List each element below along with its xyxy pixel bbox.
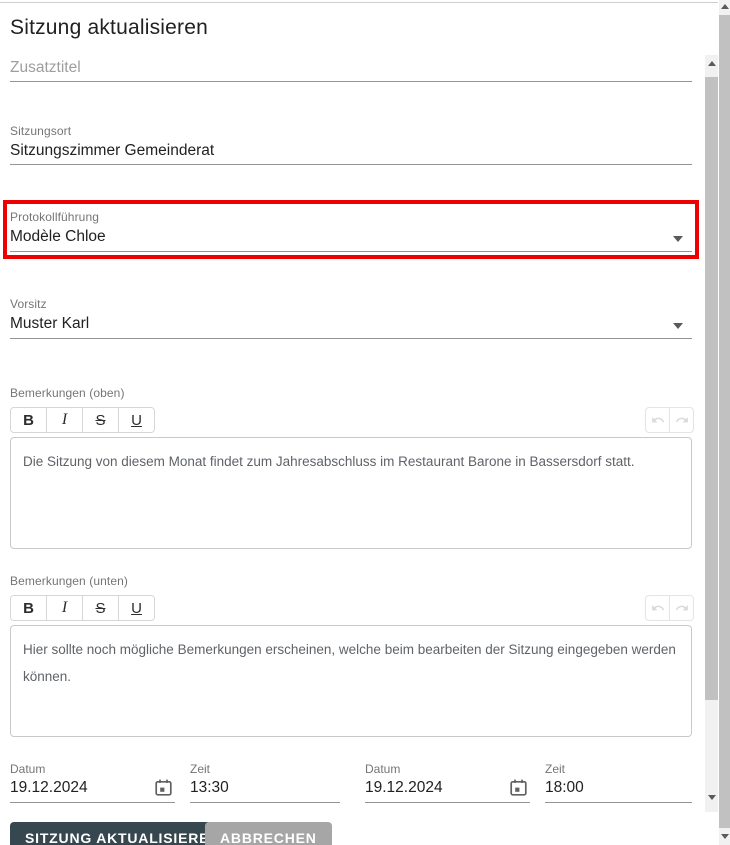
zeit-ende-input[interactable]: Zeit 18:00 bbox=[545, 762, 692, 803]
strikethrough-button[interactable]: S bbox=[83, 408, 119, 432]
scrollbar-down-icon[interactable] bbox=[705, 795, 718, 800]
undo-button[interactable] bbox=[646, 408, 670, 432]
bemerkungen-unten-editor[interactable]: Hier sollte noch mögliche Bemerkungen er… bbox=[10, 625, 692, 737]
input-underline bbox=[10, 338, 692, 339]
datum-start-value: 19.12.2024 bbox=[10, 779, 175, 797]
zeit-start-value: 13:30 bbox=[190, 779, 340, 797]
vorsitz-value: Muster Karl bbox=[10, 315, 692, 333]
page-title: Sitzung aktualisieren bbox=[10, 16, 208, 40]
input-underline bbox=[10, 164, 692, 165]
underline-button[interactable]: U bbox=[119, 408, 154, 432]
input-underline bbox=[190, 802, 340, 803]
zeit-start-input[interactable]: Zeit 13:30 bbox=[190, 762, 340, 803]
format-toolbar: B I S U bbox=[10, 407, 155, 433]
calendar-icon[interactable] bbox=[509, 778, 528, 802]
sitzungsort-value: Sitzungszimmer Gemeinderat bbox=[10, 142, 692, 160]
italic-button[interactable]: I bbox=[47, 596, 83, 620]
scrollbar-thumb[interactable] bbox=[719, 15, 730, 828]
history-toolbar bbox=[645, 595, 694, 621]
datum-start-label: Datum bbox=[10, 762, 175, 776]
scrollbar-up-icon[interactable] bbox=[705, 61, 718, 66]
protokollfuehrung-value: Modèle Chloe bbox=[10, 228, 692, 246]
calendar-icon[interactable] bbox=[154, 778, 173, 802]
zeit-ende-label: Zeit bbox=[545, 762, 692, 776]
zusatztitel-input[interactable]: Zusatztitel bbox=[10, 59, 692, 82]
chevron-down-icon bbox=[673, 323, 683, 329]
scrollbar-up-icon[interactable] bbox=[719, 4, 730, 9]
input-underline bbox=[545, 802, 692, 803]
vorsitz-select[interactable]: Vorsitz Muster Karl bbox=[10, 297, 692, 339]
protokollfuehrung-label: Protokollführung bbox=[10, 210, 692, 224]
cancel-button[interactable]: ABBRECHEN bbox=[205, 822, 332, 845]
italic-button[interactable]: I bbox=[47, 408, 83, 432]
update-meeting-dialog: Sitzung aktualisieren Zusatztitel Sitzun… bbox=[0, 0, 730, 845]
input-underline bbox=[10, 251, 692, 252]
datum-ende-value: 19.12.2024 bbox=[365, 779, 530, 797]
submit-button[interactable]: SITZUNG AKTUALISIEREN bbox=[10, 822, 235, 845]
zusatztitel-placeholder: Zusatztitel bbox=[10, 59, 81, 76]
input-underline bbox=[10, 81, 692, 82]
redo-icon bbox=[675, 413, 689, 427]
datum-ende-label: Datum bbox=[365, 762, 530, 776]
bold-button[interactable]: B bbox=[11, 408, 47, 432]
dialog-top-border bbox=[0, 2, 718, 3]
underline-button[interactable]: U bbox=[119, 596, 154, 620]
page-scrollbar[interactable] bbox=[719, 0, 730, 845]
datum-ende-input[interactable]: Datum 19.12.2024 bbox=[365, 762, 530, 803]
redo-icon bbox=[675, 601, 689, 615]
undo-icon bbox=[651, 601, 665, 615]
datum-start-input[interactable]: Datum 19.12.2024 bbox=[10, 762, 175, 803]
strikethrough-button[interactable]: S bbox=[83, 596, 119, 620]
zeit-start-label: Zeit bbox=[190, 762, 340, 776]
format-toolbar: B I S U bbox=[10, 595, 155, 621]
chevron-down-icon bbox=[673, 236, 683, 242]
history-toolbar bbox=[645, 407, 694, 433]
bold-button[interactable]: B bbox=[11, 596, 47, 620]
dialog-scrollbar[interactable] bbox=[705, 55, 718, 812]
input-underline bbox=[10, 802, 175, 803]
redo-button[interactable] bbox=[670, 408, 693, 432]
protokollfuehrung-select[interactable]: Protokollführung Modèle Chloe bbox=[10, 210, 692, 252]
bemerkungen-oben-editor[interactable]: Die Sitzung von diesem Monat findet zum … bbox=[10, 437, 692, 549]
bemerkungen-unten-label: Bemerkungen (unten) bbox=[10, 574, 128, 588]
undo-icon bbox=[651, 413, 665, 427]
zeit-ende-value: 18:00 bbox=[545, 779, 692, 797]
sitzungsort-label: Sitzungsort bbox=[10, 124, 692, 138]
scrollbar-down-icon[interactable] bbox=[719, 834, 730, 839]
input-underline bbox=[365, 802, 530, 803]
scrollbar-thumb[interactable] bbox=[705, 77, 718, 700]
bemerkungen-oben-label: Bemerkungen (oben) bbox=[10, 386, 125, 400]
redo-button[interactable] bbox=[670, 596, 693, 620]
undo-button[interactable] bbox=[646, 596, 670, 620]
sitzungsort-input[interactable]: Sitzungsort Sitzungszimmer Gemeinderat bbox=[10, 124, 692, 165]
vorsitz-label: Vorsitz bbox=[10, 297, 692, 311]
